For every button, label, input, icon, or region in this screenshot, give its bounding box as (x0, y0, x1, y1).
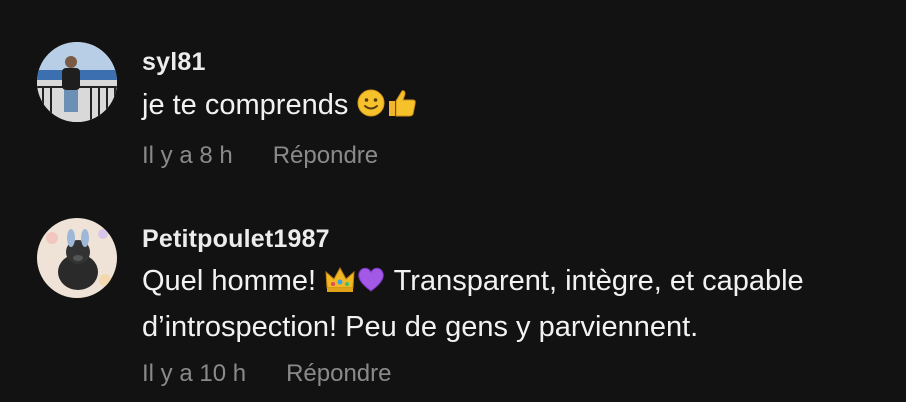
comment-timestamp: Il y a 8 h (142, 142, 233, 169)
avatar[interactable] (37, 42, 117, 122)
reply-button[interactable]: Répondre (286, 360, 391, 388)
thumbs-up-icon (386, 88, 418, 130)
comment-text-part3: d’introspection! Peu de gens y parvienne… (142, 311, 699, 343)
reply-button[interactable]: Répondre (273, 142, 378, 170)
avatar[interactable] (37, 218, 117, 298)
avatar-photo (37, 218, 117, 298)
comment-text-part2: Transparent, intègre, et capable (386, 265, 804, 297)
comment-meta: Il y a 8 h Répondre (142, 142, 378, 170)
comment-username[interactable]: Petitpoulet1987 (142, 225, 330, 254)
comment-username[interactable]: syl81 (142, 48, 206, 77)
comment-text-part1: Quel homme! (142, 265, 325, 297)
comment-text: Quel homme! Transparent, intègre, et cap… (142, 260, 892, 348)
crown-icon (324, 264, 356, 306)
slightly-smiling-face-icon (356, 88, 386, 130)
comment-timestamp: Il y a 10 h (142, 360, 247, 387)
purple-heart-icon (356, 264, 386, 306)
comment-meta: Il y a 10 h Répondre (142, 360, 391, 388)
comment-text: je te comprends (142, 84, 892, 130)
avatar-photo (37, 42, 117, 122)
comment-text-content: je te comprends (142, 89, 349, 121)
